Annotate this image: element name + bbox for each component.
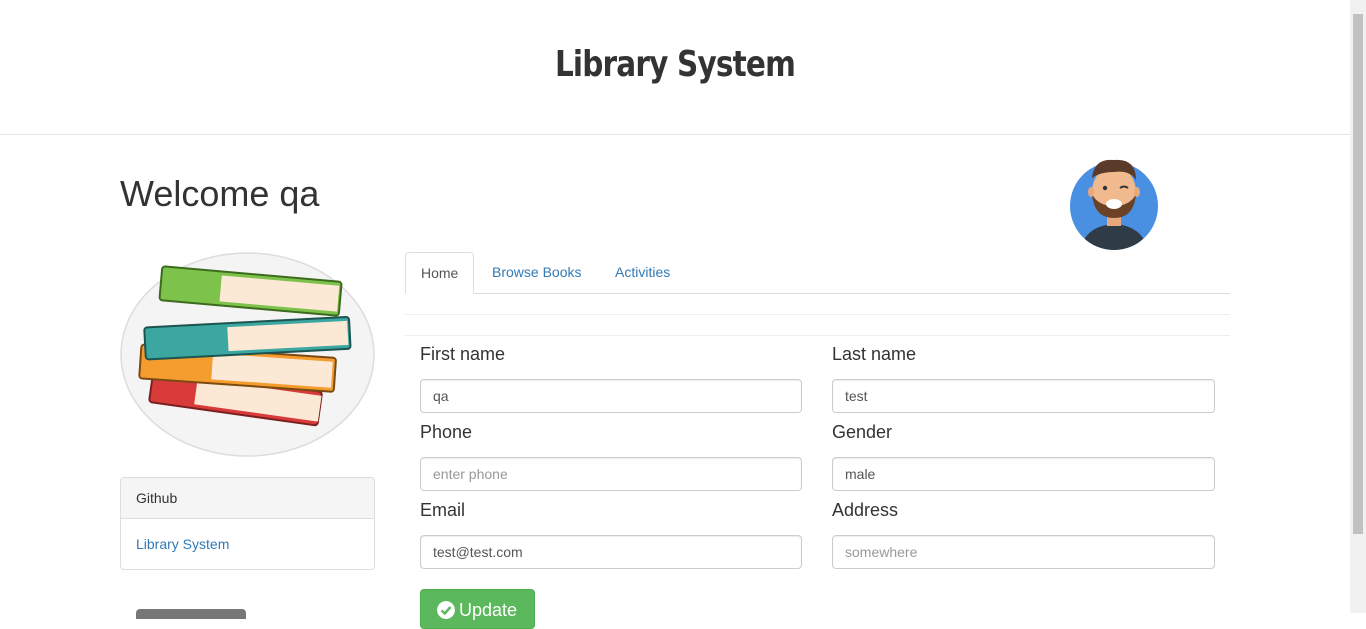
divider xyxy=(405,335,1230,336)
page-scrollbar[interactable] xyxy=(1350,0,1366,613)
last-name-input[interactable] xyxy=(832,379,1215,413)
update-button-label: Update xyxy=(459,600,518,620)
tab-activities[interactable]: Activities xyxy=(600,252,685,293)
phone-input[interactable] xyxy=(420,457,802,491)
first-name-label: First name xyxy=(420,344,506,364)
tab-bar: Home Browse Books Activities xyxy=(405,252,1230,294)
address-input[interactable] xyxy=(832,535,1215,569)
panel-heading: Github xyxy=(121,478,374,519)
tab-browse-books[interactable]: Browse Books xyxy=(477,252,596,293)
email-label: Email xyxy=(420,500,466,520)
divider xyxy=(405,314,1230,315)
site-header: Library System xyxy=(0,0,1350,135)
address-label: Address xyxy=(832,500,899,520)
github-link[interactable]: Library System xyxy=(136,536,229,552)
site-title: Library System xyxy=(554,44,796,85)
welcome-heading: Welcome qa xyxy=(120,173,320,214)
tab-home[interactable]: Home xyxy=(405,252,475,294)
books-illustration xyxy=(120,252,375,457)
gender-input[interactable] xyxy=(832,457,1215,491)
email-input[interactable] xyxy=(420,535,802,569)
update-button[interactable]: Update xyxy=(420,589,535,629)
last-name-label: Last name xyxy=(832,344,917,364)
check-circle-icon xyxy=(437,601,455,619)
first-name-input[interactable] xyxy=(420,379,802,413)
github-panel: Github Library System xyxy=(120,477,375,570)
scrollbar-thumb[interactable] xyxy=(1353,14,1363,534)
phone-label: Phone xyxy=(420,422,473,442)
user-avatar xyxy=(1070,159,1158,250)
sidebar-button[interactable] xyxy=(136,609,246,619)
gender-label: Gender xyxy=(832,422,893,442)
